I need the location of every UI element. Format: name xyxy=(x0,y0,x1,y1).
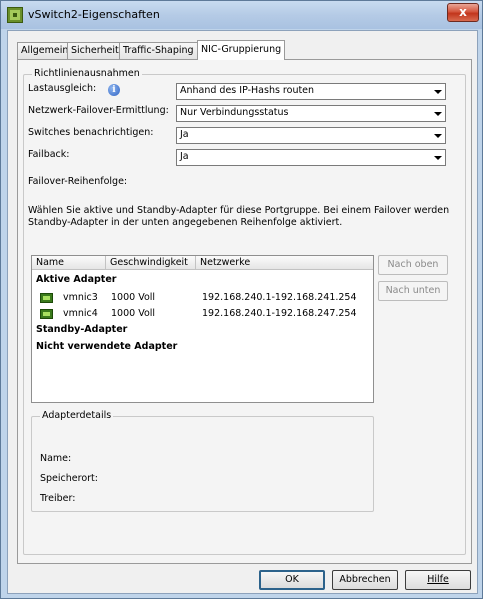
tab-sicherheit[interactable]: Sicherheit xyxy=(67,42,123,59)
adapter-speed: 1000 Voll xyxy=(111,292,156,303)
adapter-networks: 192.168.240.1-192.168.241.254 xyxy=(202,292,357,303)
close-icon: x xyxy=(459,5,467,19)
failover-description-line1: Wählen Sie aktive und Standby-Adapter fü… xyxy=(28,205,450,216)
failback-label: Failback: xyxy=(28,149,70,160)
close-button[interactable]: x xyxy=(447,3,479,22)
failover-detection-select[interactable]: Nur Verbindungsstatus xyxy=(176,105,446,122)
adapter-name: vmnic3 xyxy=(63,292,98,303)
failback-value: Ja xyxy=(180,151,189,162)
title-bar[interactable]: vSwitch2-Eigenschaften x xyxy=(1,1,482,29)
notify-switches-select[interactable]: Ja xyxy=(176,127,446,144)
cancel-button[interactable]: Abbrechen xyxy=(332,570,398,590)
tab-panel: Richtlinienausnahmen Lastausgleich: i An… xyxy=(17,59,472,564)
policy-group-legend: Richtlinienausnahmen xyxy=(32,68,142,79)
chevron-down-icon[interactable] xyxy=(431,107,444,120)
column-header-networks[interactable]: Netzwerke xyxy=(196,256,373,270)
dialog-client-area: Allgemein Sicherheit Traffic-Shaping NIC… xyxy=(7,30,478,594)
load-balancing-label: Lastausgleich: xyxy=(28,83,97,94)
column-header-name[interactable]: Name xyxy=(32,256,106,270)
ok-button[interactable]: OK xyxy=(259,570,325,590)
tab-traffic-shaping[interactable]: Traffic-Shaping xyxy=(119,42,198,59)
network-adapter-icon xyxy=(40,293,53,303)
chevron-down-icon[interactable] xyxy=(431,151,444,164)
load-balancing-value: Anhand des IP-Hashs routen xyxy=(180,85,315,96)
tab-nic-gruppierung[interactable]: NIC-Gruppierung xyxy=(197,40,286,60)
adapter-speed: 1000 Voll xyxy=(111,308,156,319)
group-active-adapters: Aktive Adapter xyxy=(36,274,117,285)
move-down-button[interactable]: Nach unten xyxy=(378,281,448,301)
load-balancing-select[interactable]: Anhand des IP-Hashs routen xyxy=(176,83,446,100)
notify-switches-value: Ja xyxy=(180,129,189,140)
adapter-list[interactable]: Name Geschwindigkeit Netzwerke Aktive Ad… xyxy=(31,255,374,403)
vsphere-app-icon xyxy=(7,7,23,23)
info-icon[interactable]: i xyxy=(108,84,120,96)
adapter-details-legend: Adapterdetails xyxy=(40,410,114,421)
tab-allgemein[interactable]: Allgemein xyxy=(17,42,73,59)
detail-driver-label: Treiber: xyxy=(40,493,76,504)
failover-detection-value: Nur Verbindungsstatus xyxy=(180,107,289,118)
dialog-window: vSwitch2-Eigenschaften x Allgemein Siche… xyxy=(0,0,483,599)
help-button[interactable]: Hilfe xyxy=(405,570,471,590)
adapter-name: vmnic4 xyxy=(63,308,98,319)
failover-detection-label: Netzwerk-Failover-Ermittlung: xyxy=(28,105,169,116)
failback-select[interactable]: Ja xyxy=(176,149,446,166)
group-unused-adapters: Nicht verwendete Adapter xyxy=(36,341,178,352)
move-up-button[interactable]: Nach oben xyxy=(378,255,448,275)
chevron-down-icon[interactable] xyxy=(431,85,444,98)
chevron-down-icon[interactable] xyxy=(431,129,444,142)
failover-description-line2: Standby-Adapter in der unten angegebenen… xyxy=(28,217,343,228)
adapter-details-group: Adapterdetails Name: Speicherort: Treibe… xyxy=(31,410,374,512)
detail-name-label: Name: xyxy=(40,453,72,464)
detail-location-label: Speicherort: xyxy=(40,473,98,484)
adapter-networks: 192.168.240.1-192.168.247.254 xyxy=(202,308,357,319)
group-standby-adapters: Standby-Adapter xyxy=(36,324,128,335)
network-adapter-icon xyxy=(40,309,53,319)
failover-order-label: Failover-Reihenfolge: xyxy=(28,176,128,187)
window-title: vSwitch2-Eigenschaften xyxy=(28,8,160,21)
policy-exceptions-group: Richtlinienausnahmen Lastausgleich: i An… xyxy=(23,68,466,555)
help-button-label: Hilfe xyxy=(427,574,449,585)
notify-switches-label: Switches benachrichtigen: xyxy=(28,127,154,138)
column-header-speed[interactable]: Geschwindigkeit xyxy=(106,256,196,270)
